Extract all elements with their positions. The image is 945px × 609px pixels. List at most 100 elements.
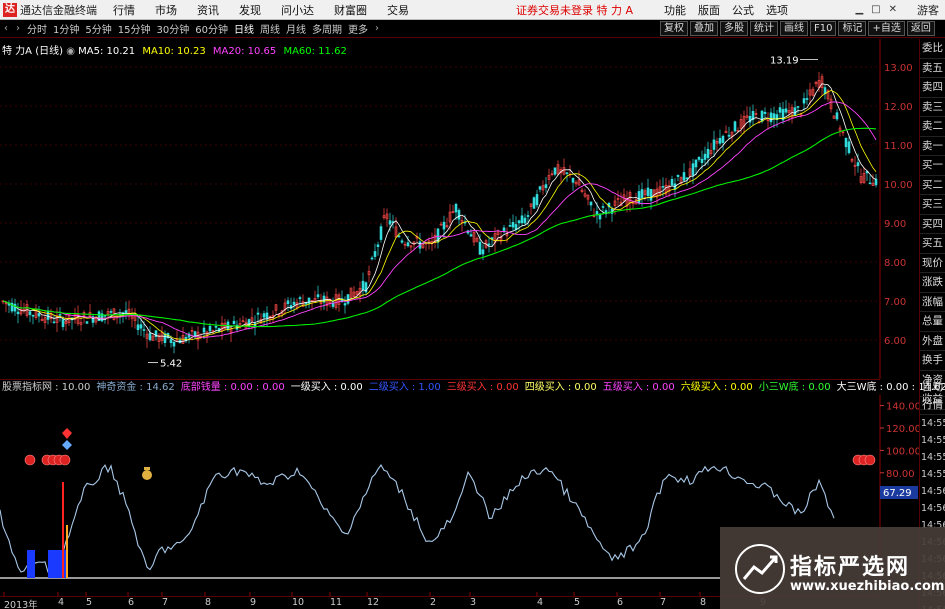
- menu-item-news[interactable]: 资讯: [197, 2, 219, 18]
- tab-5min[interactable]: 5分钟: [82, 21, 114, 36]
- auto-quote-title[interactable]: 自动: [920, 379, 945, 397]
- candle-body: [85, 321, 89, 324]
- menu-item-options[interactable]: 选项: [766, 2, 788, 18]
- candle-body: [346, 294, 350, 304]
- app-title: 通达信金融终端: [20, 3, 97, 17]
- candle-body: [214, 325, 218, 328]
- diamond-blue-icon: [62, 440, 72, 450]
- app-logo-icon: 达: [3, 2, 17, 17]
- tab-15min[interactable]: 15分钟: [115, 21, 154, 36]
- tab-60min[interactable]: 60分钟: [192, 21, 231, 36]
- settings-circle-icon[interactable]: ◉: [66, 46, 78, 57]
- signal-stick-yellow: [66, 525, 68, 578]
- red-ball-marker-icon: [24, 454, 36, 466]
- candle-body: [370, 257, 374, 260]
- price-chart-panel[interactable]: 13.00 12.00 11.00 10.00 9.00 8.00 7.00 6.00 13.1…: [0, 39, 913, 379]
- indicator-legend-item: 小三W底 : 0.00: [758, 382, 831, 393]
- candle-body: [511, 222, 515, 228]
- trade-time: 14:55: [921, 452, 945, 463]
- candle-body: [58, 314, 62, 316]
- back-button[interactable]: 返回: [906, 21, 935, 36]
- f10-button[interactable]: F10: [810, 21, 837, 36]
- money-bag-icon-top: [144, 467, 150, 470]
- money-bag-icon: [142, 470, 152, 480]
- candle-body: [265, 312, 269, 320]
- menu-item-quotes[interactable]: 行情: [113, 2, 135, 18]
- tab-weekly[interactable]: 周线: [257, 21, 283, 36]
- menu-item-function[interactable]: 功能: [664, 2, 686, 18]
- candle-body: [721, 135, 725, 143]
- candle-body: [565, 172, 569, 174]
- restore-rights-button[interactable]: 复权: [660, 21, 688, 36]
- tab-more[interactable]: 更多: [345, 21, 371, 36]
- ma10-label: MA10: 10.23: [142, 46, 206, 57]
- candlestick-chart[interactable]: 13.00 12.00 11.00 10.00 9.00 8.00 7.00 6.00 13.1…: [0, 39, 919, 379]
- candle-body: [31, 314, 35, 317]
- candle-body: [772, 113, 776, 120]
- candles-group: [1, 71, 878, 354]
- tab-multi-period[interactable]: 多周期: [309, 21, 345, 36]
- more-chevron-icon[interactable]: ›: [371, 23, 383, 34]
- candle-body: [109, 311, 113, 313]
- candle-body: [406, 242, 410, 247]
- candle-body: [718, 138, 722, 144]
- quote-side-list: 委比 卖五 卖四 卖三 卖二 卖一 买一 买二 买三 买四 买五 现价 涨跌 涨幅 总量 外盘 换手 净资 收益: [919, 39, 945, 410]
- candle-body: [28, 311, 32, 315]
- candle-body: [847, 141, 851, 154]
- candle-body: [163, 333, 167, 343]
- nav-left-icon[interactable]: ‹: [0, 23, 12, 34]
- auto-quote-subtitle[interactable]: 行情: [920, 397, 945, 415]
- tab-monthly[interactable]: 月线: [283, 21, 309, 36]
- magic-fund-line: [0, 463, 835, 573]
- tab-daily[interactable]: 日线: [231, 21, 257, 36]
- indicator-header: 股票指标网 : 10.00 神奇资金 : 14.62 底部钱量 : 0.00 : 0…: [0, 379, 945, 395]
- statistics-button[interactable]: 统计: [750, 21, 778, 36]
- candle-body: [400, 240, 404, 243]
- minimize-icon[interactable]: ▁: [855, 4, 863, 15]
- tab-1min[interactable]: 1分钟: [50, 21, 82, 36]
- close-icon[interactable]: ✕: [889, 4, 897, 15]
- date-tick-label: 5: [86, 597, 93, 608]
- tab-intraday[interactable]: 分时: [24, 21, 50, 36]
- candle-body: [454, 203, 458, 213]
- multi-stock-button[interactable]: 多股: [720, 21, 748, 36]
- quote-item: 卖二: [920, 117, 945, 137]
- nav-right-icon[interactable]: ›: [12, 23, 24, 34]
- maximize-icon[interactable]: □: [871, 4, 880, 15]
- candle-body: [805, 98, 809, 100]
- diamond-red-icon: [62, 428, 72, 439]
- menu-item-ask[interactable]: 问小达: [281, 2, 314, 18]
- candle-body: [640, 189, 644, 199]
- candle-body: [778, 107, 782, 113]
- menu-item-formula[interactable]: 公式: [732, 2, 754, 18]
- tab-30min[interactable]: 30分钟: [153, 21, 192, 36]
- add-favorite-button[interactable]: +自选: [868, 21, 905, 36]
- overlay-button[interactable]: 叠加: [690, 21, 718, 36]
- date-tick-label: 3: [470, 597, 477, 608]
- date-tick-label: 11: [330, 597, 343, 608]
- menu-item-wealth[interactable]: 财富圈: [334, 2, 367, 18]
- candle-body: [676, 174, 680, 177]
- draw-line-button[interactable]: 画线: [780, 21, 808, 36]
- candle-body: [544, 184, 548, 189]
- date-tick-label: 4: [537, 597, 544, 608]
- signal-stick-red: [62, 482, 64, 578]
- menu-item-discover[interactable]: 发现: [239, 2, 261, 18]
- mark-button[interactable]: 标记: [838, 21, 867, 36]
- candle-body: [694, 159, 698, 168]
- indicator-tick-label: 80.00: [886, 469, 915, 480]
- candle-body: [139, 324, 143, 329]
- candle-body: [286, 300, 290, 305]
- candle-body: [844, 137, 848, 148]
- menu-item-trade[interactable]: 交易: [387, 2, 409, 18]
- candle-body: [835, 112, 839, 120]
- date-tick-label: 8: [205, 597, 212, 608]
- candle-body: [520, 215, 524, 224]
- menu-item-layout[interactable]: 版面: [698, 2, 720, 18]
- guest-login[interactable]: 游客: [917, 2, 939, 18]
- menu-item-market[interactable]: 市场: [155, 2, 177, 18]
- price-tick-label: 7.00: [884, 297, 906, 308]
- indicator-legend-item: 二级买入 : 1.00: [368, 382, 441, 393]
- ma60-label: MA60: 11.62: [283, 46, 347, 57]
- login-notice[interactable]: 证券交易未登录 特 力 A: [516, 2, 633, 18]
